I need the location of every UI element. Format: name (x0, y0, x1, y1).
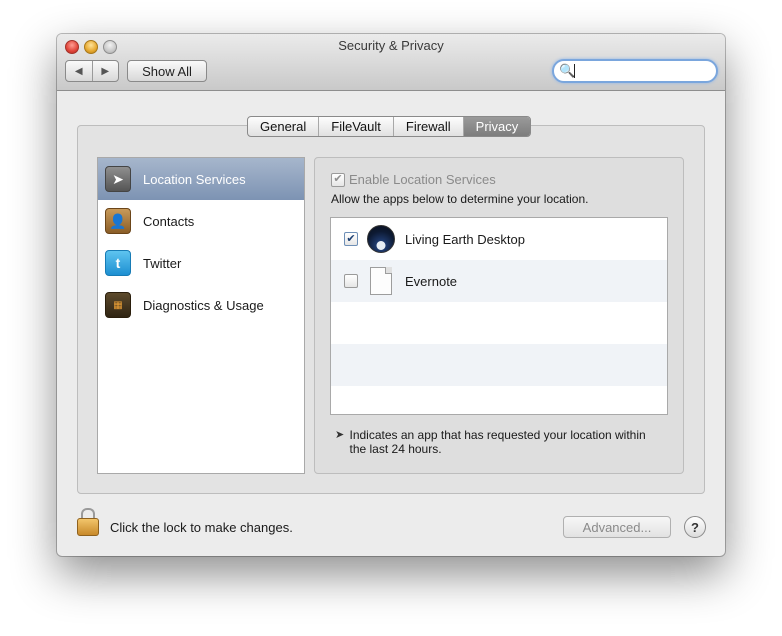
pane-tab-bar: General FileVault Firewall Privacy (247, 116, 532, 137)
sidebar-item-location-services[interactable]: ➤ Location Services (98, 158, 304, 200)
app-location-checkbox[interactable] (344, 274, 358, 288)
lock-icon[interactable] (77, 508, 99, 536)
twitter-bird-icon: t (105, 250, 131, 276)
advanced-button[interactable]: Advanced... (563, 516, 671, 538)
list-item[interactable]: Evernote (331, 260, 667, 302)
location-arrow-icon: ➤ (335, 429, 345, 441)
enable-location-services-row: ✔ Enable Location Services (331, 172, 496, 187)
empty-list-row (331, 344, 667, 386)
security-privacy-window: Security & Privacy ◀ ▶ Show All 🔍 Genera… (57, 34, 725, 556)
location-request-note: ➤ Indicates an app that has requested yo… (335, 428, 665, 456)
app-name: Living Earth Desktop (405, 231, 525, 247)
text-caret (574, 64, 575, 78)
help-button[interactable]: ? (684, 516, 706, 538)
location-services-pane: ✔ Enable Location Services Allow the app… (314, 157, 684, 474)
location-description: Allow the apps below to determine your l… (331, 192, 589, 206)
back-arrow-icon[interactable]: ◀ (66, 61, 92, 81)
diagnostics-grid-icon: ▦ (105, 292, 131, 318)
back-forward-control: ◀ ▶ (65, 60, 119, 82)
sidebar-item-label: Location Services (143, 171, 246, 187)
location-note-text: Indicates an app that has requested your… (349, 428, 646, 456)
document-icon (367, 267, 395, 295)
tab-general[interactable]: General (248, 117, 320, 136)
living-earth-icon (367, 225, 395, 253)
search-field[interactable]: 🔍 (552, 59, 718, 83)
empty-list-row (331, 302, 667, 344)
sidebar-item-label: Diagnostics & Usage (143, 297, 264, 313)
app-list: ✔ Living Earth Desktop Evernote (330, 217, 668, 415)
app-name: Evernote (405, 273, 458, 289)
location-arrow-icon: ➤ (105, 166, 131, 192)
lock-message: Click the lock to make changes. (110, 520, 293, 535)
tab-filevault[interactable]: FileVault (319, 117, 394, 136)
contacts-book-icon: 👤 (105, 208, 131, 234)
app-location-checkbox[interactable]: ✔ (344, 232, 358, 246)
list-item[interactable]: ✔ Living Earth Desktop (331, 218, 667, 260)
sidebar-item-contacts[interactable]: 👤 Contacts (98, 200, 304, 242)
forward-arrow-icon[interactable]: ▶ (93, 61, 119, 81)
sidebar-item-twitter[interactable]: t Twitter (98, 242, 304, 284)
tab-privacy[interactable]: Privacy (463, 117, 531, 136)
window-title: Security & Privacy (338, 38, 444, 53)
search-icon: 🔍 (559, 63, 576, 78)
show-all-button[interactable]: Show All (127, 60, 207, 82)
enable-location-services-checkbox[interactable]: ✔ (331, 172, 345, 187)
sidebar-item-label: Contacts (143, 213, 195, 229)
title-bar: Security & Privacy ◀ ▶ Show All 🔍 (57, 34, 725, 91)
sidebar-item-diagnostics-usage[interactable]: ▦ Diagnostics & Usage (98, 284, 304, 326)
tab-firewall[interactable]: Firewall (394, 117, 464, 136)
privacy-category-list: ➤ Location Services 👤 Contacts t Twitter… (97, 157, 305, 474)
sidebar-item-label: Twitter (143, 255, 182, 271)
enable-location-services-label: Enable Location Services (349, 172, 496, 187)
